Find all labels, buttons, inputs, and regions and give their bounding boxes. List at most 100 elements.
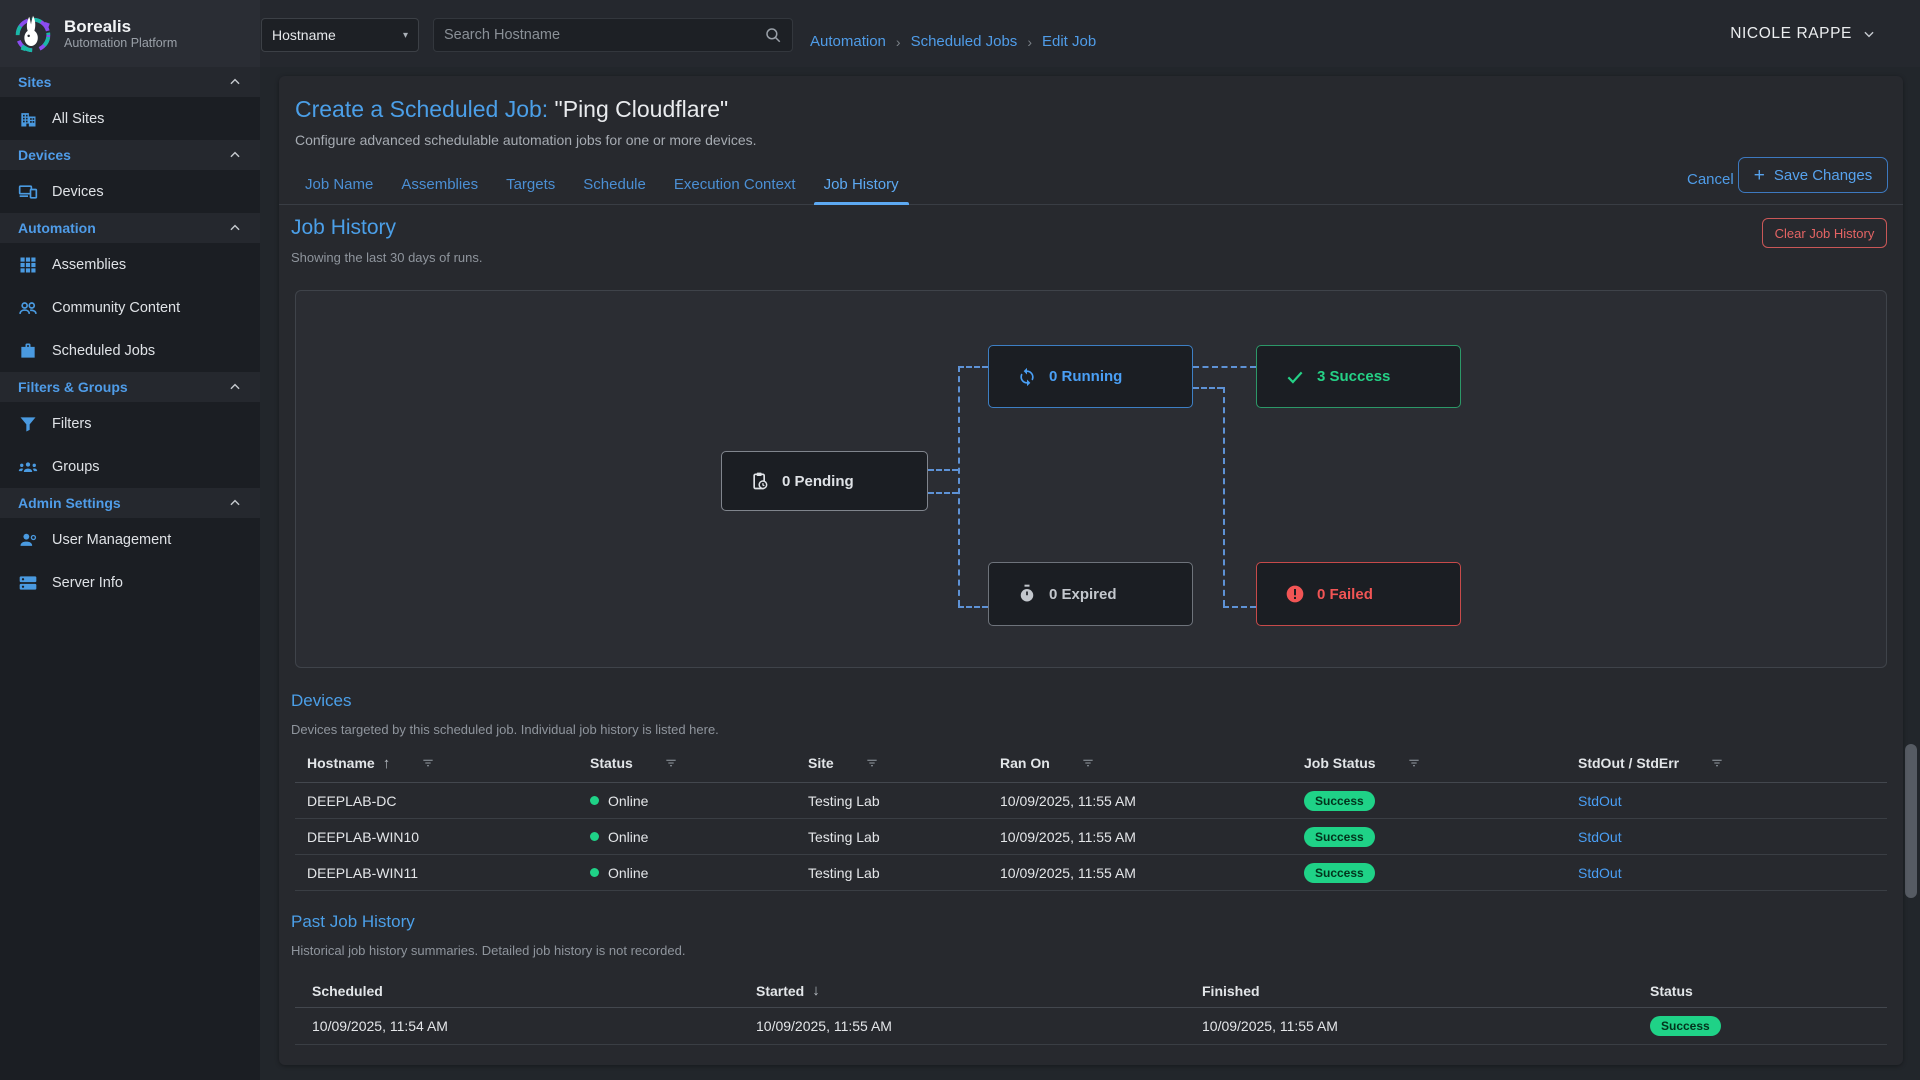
save-changes-button[interactable]: + Save Changes <box>1738 157 1888 193</box>
scrollbar-thumb[interactable] <box>1905 744 1917 898</box>
devices-icon <box>18 182 38 202</box>
breadcrumb-scheduled-jobs[interactable]: Scheduled Jobs <box>911 33 1018 50</box>
sidebar-item-scheduled-jobs[interactable]: Scheduled Jobs <box>0 329 260 372</box>
hostname-filter-select[interactable]: Hostname ▾ <box>261 18 419 52</box>
scheduled-cell: 10/09/2025, 11:54 AM <box>312 1018 756 1034</box>
sidebar-item-devices[interactable]: Devices <box>0 170 260 213</box>
sidebar-section-devices[interactable]: Devices <box>0 140 260 170</box>
brand: Borealis Automation Platform <box>0 0 260 67</box>
chevron-up-icon <box>228 148 242 162</box>
ran-on-cell: 10/09/2025, 11:55 AM <box>1000 865 1304 881</box>
filter-list-icon[interactable] <box>864 755 880 771</box>
breadcrumb-edit-job[interactable]: Edit Job <box>1042 33 1096 50</box>
tab-job-history[interactable]: Job History <box>810 164 913 204</box>
main-content: Create a Scheduled Job: "Ping Cloudflare… <box>260 67 1920 1080</box>
pending-icon <box>750 471 770 491</box>
filter-list-icon[interactable] <box>1709 755 1725 771</box>
sidebar-item-user-management[interactable]: User Management <box>0 518 260 561</box>
column-status[interactable]: Status <box>1650 983 1693 999</box>
tab-bar: Job Name Assemblies Targets Schedule Exe… <box>279 164 1903 205</box>
tab-schedule[interactable]: Schedule <box>569 164 660 204</box>
select-caret-icon: ▾ <box>403 30 408 41</box>
sidebar-section-admin-settings[interactable]: Admin Settings <box>0 488 260 518</box>
page-title-prefix: Create a Scheduled Job: <box>295 96 548 122</box>
column-site[interactable]: Site <box>808 755 834 771</box>
success-count-label: 3 Success <box>1317 368 1390 385</box>
expired-count-label: 0 Expired <box>1049 586 1117 603</box>
hostname-cell: DEEPLAB-WIN10 <box>307 829 590 845</box>
table-row[interactable]: DEEPLAB-WIN11 Online Testing Lab 10/09/2… <box>295 855 1887 891</box>
column-ran-on[interactable]: Ran On <box>1000 755 1050 771</box>
finished-cell: 10/09/2025, 11:55 AM <box>1202 1018 1650 1034</box>
sidebar-item-all-sites[interactable]: All Sites <box>0 97 260 140</box>
stdout-link[interactable]: StdOut <box>1578 793 1622 809</box>
site-cell: Testing Lab <box>808 829 1000 845</box>
sidebar-item-server-info[interactable]: Server Info <box>0 561 260 604</box>
cancel-button[interactable]: Cancel <box>1677 165 1744 194</box>
status-badge: Success <box>1304 827 1375 847</box>
section-label: Automation <box>18 220 96 236</box>
search-input[interactable] <box>444 27 764 43</box>
sort-desc-icon[interactable]: ↓ <box>812 982 820 999</box>
tab-job-name[interactable]: Job Name <box>291 164 387 204</box>
stdout-link[interactable]: StdOut <box>1578 865 1622 881</box>
sort-asc-icon[interactable]: ↑ <box>383 755 391 772</box>
page-title-job-name: "Ping Cloudflare" <box>548 96 728 122</box>
search-icon <box>764 26 782 44</box>
past-job-history-heading: Past Job History <box>291 912 415 932</box>
check-icon <box>1285 367 1305 387</box>
filter-list-icon[interactable] <box>1080 755 1096 771</box>
column-stdout-stderr[interactable]: StdOut / StdErr <box>1578 755 1679 771</box>
hostname-cell: DEEPLAB-DC <box>307 793 590 809</box>
community-icon <box>18 298 38 318</box>
filter-list-icon[interactable] <box>663 755 679 771</box>
sidebar-item-label: Server Info <box>52 575 123 591</box>
sidebar-item-community-content[interactable]: Community Content <box>0 286 260 329</box>
table-row[interactable]: DEEPLAB-WIN10 Online Testing Lab 10/09/2… <box>295 819 1887 855</box>
groups-icon <box>18 457 38 477</box>
tab-targets[interactable]: Targets <box>492 164 569 204</box>
tab-assemblies[interactable]: Assemblies <box>387 164 492 204</box>
sidebar-item-label: User Management <box>52 532 171 548</box>
hostname-filter-value: Hostname <box>272 27 336 43</box>
timer-icon <box>1017 584 1037 604</box>
breadcrumb-separator: › <box>1027 34 1032 50</box>
column-started[interactable]: Started <box>756 983 804 999</box>
site-cell: Testing Lab <box>808 865 1000 881</box>
filter-list-icon[interactable] <box>1406 755 1422 771</box>
tab-execution-context[interactable]: Execution Context <box>660 164 810 204</box>
sidebar-section-filters-groups[interactable]: Filters & Groups <box>0 372 260 402</box>
chevron-up-icon <box>228 221 242 235</box>
sidebar-section-sites[interactable]: Sites <box>0 67 260 97</box>
search-box <box>433 18 793 52</box>
table-row[interactable]: 10/09/2025, 11:54 AM 10/09/2025, 11:55 A… <box>295 1008 1887 1045</box>
table-row[interactable]: DEEPLAB-DC Online Testing Lab 10/09/2025… <box>295 783 1887 819</box>
sidebar-section-automation[interactable]: Automation <box>0 213 260 243</box>
user-menu[interactable]: NICOLE RAPPE <box>1730 0 1876 67</box>
connector-line <box>1223 606 1256 608</box>
connector-line <box>1223 387 1225 606</box>
column-finished[interactable]: Finished <box>1202 983 1260 999</box>
connector-line <box>1193 387 1223 389</box>
page-subtitle: Configure advanced schedulable automatio… <box>295 132 757 148</box>
failed-status-box: 0 Failed <box>1256 562 1461 626</box>
chevron-up-icon <box>228 75 242 89</box>
sidebar-item-groups[interactable]: Groups <box>0 445 260 488</box>
sidebar-item-assemblies[interactable]: Assemblies <box>0 243 260 286</box>
sidebar-item-label: Filters <box>52 416 91 432</box>
column-status[interactable]: Status <box>590 755 633 771</box>
column-scheduled[interactable]: Scheduled <box>312 983 383 999</box>
filter-list-icon[interactable] <box>420 755 436 771</box>
stdout-link[interactable]: StdOut <box>1578 829 1622 845</box>
section-label: Sites <box>18 74 51 90</box>
clear-job-history-button[interactable]: Clear Job History <box>1762 218 1887 248</box>
connector-line <box>958 366 988 368</box>
sidebar-item-label: Devices <box>52 184 104 200</box>
column-job-status[interactable]: Job Status <box>1304 755 1376 771</box>
chevron-up-icon <box>228 380 242 394</box>
sidebar-item-filters[interactable]: Filters <box>0 402 260 445</box>
column-hostname[interactable]: Hostname <box>307 755 375 771</box>
connector-line <box>928 469 958 471</box>
breadcrumb-automation[interactable]: Automation <box>810 33 886 50</box>
status-cell: Online <box>608 793 648 809</box>
